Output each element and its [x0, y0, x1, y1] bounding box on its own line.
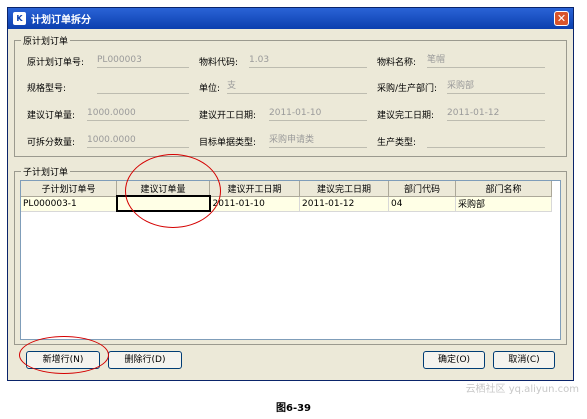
column-header-start-date[interactable]: 建议开工日期 [209, 181, 300, 197]
field-label: 原计划订单号: [27, 58, 85, 68]
column-header-child-order-no[interactable]: 子计划订单号 [21, 181, 117, 197]
field-label: 建议订单量: [27, 111, 76, 121]
unit-field: 支 [227, 80, 367, 94]
group-title: 子计划订单 [21, 165, 71, 178]
cell-dept-code[interactable]: 04 [388, 196, 456, 212]
column-header-dept-code[interactable]: 部门代码 [388, 181, 456, 197]
close-button[interactable]: ✕ [554, 11, 569, 26]
title-bar[interactable]: K 计划订单拆分 ✕ [8, 8, 573, 29]
original-plan-order-group: 原计划订单 原计划订单号: PL000003 物料代码: 1.03 物料名称: … [14, 34, 567, 157]
grid-header-row: 子计划订单号 建议订单量 建议开工日期 建议完工日期 部门代码 部门名称 [21, 181, 552, 197]
suggested-start-date-field: 2011-01-10 [269, 107, 367, 121]
window-title: 计划订单拆分 [31, 15, 91, 26]
field-label: 建议完工日期: [377, 111, 435, 121]
annotation-ellipse-suggested-qty [125, 154, 221, 228]
cell-dept-name[interactable]: 采购部 [455, 196, 552, 212]
field-label: 建议开工日期: [199, 111, 257, 121]
purchase-production-dept-field: 采购部 [447, 80, 545, 94]
cell-start-date[interactable]: 2011-01-10 [209, 196, 300, 212]
suggested-qty-field: 1000.0000 [87, 107, 189, 121]
cell-end-date[interactable]: 2011-01-12 [299, 196, 389, 212]
table-row[interactable]: PL000003-1 2011-01-10 2011-01-12 04 采购部 [21, 195, 552, 212]
column-header-end-date[interactable]: 建议完工日期 [299, 181, 389, 197]
material-name-field: 笔帽 [427, 54, 545, 68]
production-type-field [427, 134, 545, 148]
ok-button[interactable]: 确定(O) [423, 351, 485, 369]
group-title: 原计划订单 [21, 34, 71, 47]
material-code-field: 1.03 [249, 54, 367, 68]
field-label: 可拆分数量: [27, 138, 76, 148]
field-label: 采购/生产部门: [377, 84, 438, 94]
original-order-no-field: PL000003 [97, 54, 189, 68]
watermark-text: 云栖社区 yq.aliyun.com [465, 384, 579, 395]
child-order-grid[interactable]: 子计划订单号 建议订单量 建议开工日期 建议完工日期 部门代码 部门名称 PL0… [20, 180, 561, 340]
field-label: 物料代码: [199, 58, 239, 68]
splittable-qty-field: 1000.0000 [87, 134, 189, 148]
split-plan-order-dialog: K 计划订单拆分 ✕ 原计划订单 原计划订单号: PL000003 物料代码: … [7, 7, 574, 381]
target-doc-type-field: 采购申请类 [269, 134, 367, 148]
cancel-button[interactable]: 取消(C) [493, 351, 555, 369]
field-label: 规格型号: [27, 84, 67, 94]
annotation-ellipse-add-row [19, 336, 109, 374]
figure-caption: 图6-39 [275, 403, 312, 414]
suggested-end-date-field: 2011-01-12 [447, 107, 545, 121]
app-icon: K [13, 12, 26, 25]
delete-row-button[interactable]: 删除行(D) [108, 351, 182, 369]
spec-model-field [97, 80, 189, 94]
field-label: 生产类型: [377, 138, 417, 148]
column-header-dept-name[interactable]: 部门名称 [455, 181, 552, 197]
field-label: 物料名称: [377, 58, 417, 68]
field-label: 单位: [199, 84, 221, 94]
field-label: 目标单据类型: [199, 138, 257, 148]
cell-child-order-no[interactable]: PL000003-1 [21, 196, 117, 212]
